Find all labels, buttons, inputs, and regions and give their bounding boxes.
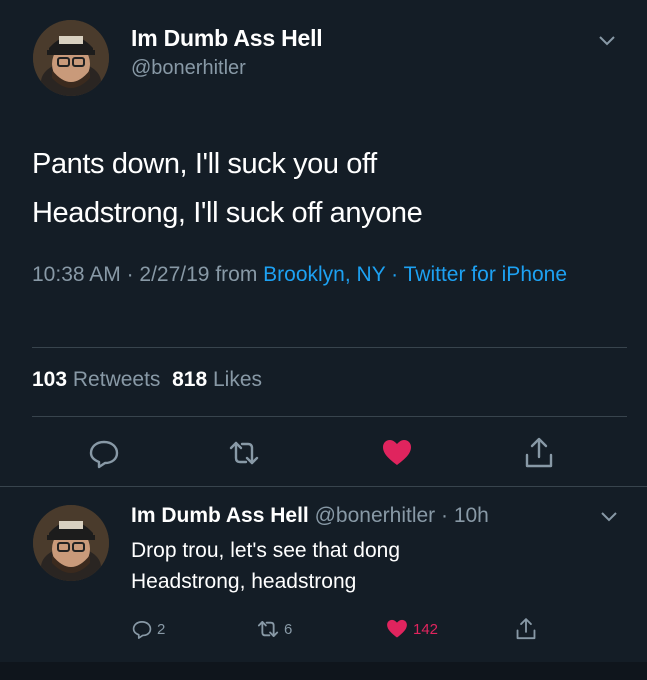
- display-name[interactable]: Im Dumb Ass Hell: [131, 504, 309, 527]
- retweet-label[interactable]: Retweets: [73, 368, 161, 391]
- chevron-down-icon[interactable]: [597, 34, 617, 48]
- handle[interactable]: @bonerhitler: [315, 504, 436, 527]
- retweet-icon[interactable]: [227, 436, 261, 470]
- divider: [0, 486, 647, 487]
- share-icon[interactable]: [514, 617, 538, 641]
- reply-icon[interactable]: [131, 618, 153, 640]
- like-count: 142: [413, 620, 439, 638]
- tweet-text-line: Pants down, I'll suck you off: [32, 148, 377, 180]
- tweet-age[interactable]: 10h: [454, 504, 489, 527]
- avatar-photo: [33, 20, 109, 96]
- handle[interactable]: @bonerhitler: [131, 57, 246, 80]
- reply-count: 2: [157, 620, 166, 638]
- retweet-count[interactable]: 103: [32, 368, 67, 391]
- separator: ·: [385, 263, 404, 286]
- retweet-action[interactable]: 6: [256, 616, 292, 642]
- tweet-stats: 103 Retweets 818 Likes: [32, 368, 262, 392]
- divider: [32, 347, 627, 348]
- separator: ·: [435, 504, 454, 527]
- reply-icon[interactable]: [87, 436, 121, 470]
- tweet-date[interactable]: 2/27/19: [139, 263, 209, 286]
- from-label: from: [209, 263, 264, 286]
- share-icon[interactable]: [522, 436, 556, 470]
- avatar-photo: [33, 505, 109, 581]
- tweet-meta: 10:38 AM · 2/27/19 from Brooklyn, NY · T…: [32, 258, 622, 292]
- tweet-text-line: Headstrong, headstrong: [131, 570, 357, 593]
- reply-header: Im Dumb Ass Hell @bonerhitler · 10h: [131, 504, 489, 528]
- separator: ·: [120, 263, 140, 286]
- tweet-text: Drop trou, let's see that dong Headstron…: [131, 535, 400, 597]
- avatar[interactable]: [33, 20, 109, 96]
- reply-action[interactable]: 2: [131, 616, 165, 642]
- retweet-icon[interactable]: [256, 617, 280, 641]
- tweet-text-line: Drop trou, let's see that dong: [131, 539, 401, 562]
- tweet-text: Pants down, I'll suck you off Headstrong…: [32, 140, 622, 238]
- tweet-text-line: Headstrong, I'll suck off anyone: [32, 197, 423, 229]
- bottom-divider: [0, 662, 647, 680]
- share-action[interactable]: [514, 616, 538, 642]
- location-link[interactable]: Brooklyn, NY: [263, 263, 385, 286]
- like-action[interactable]: 142: [385, 616, 438, 642]
- avatar[interactable]: [33, 505, 109, 581]
- like-count[interactable]: 818: [172, 368, 207, 391]
- heart-icon[interactable]: [385, 617, 409, 641]
- heart-icon[interactable]: [380, 436, 414, 470]
- chevron-down-icon[interactable]: [599, 510, 619, 524]
- retweet-count: 6: [284, 620, 293, 638]
- source-link[interactable]: Twitter for iPhone: [404, 263, 567, 286]
- like-label[interactable]: Likes: [213, 368, 262, 391]
- display-name[interactable]: Im Dumb Ass Hell: [131, 25, 323, 52]
- tweet-time[interactable]: 10:38 AM: [32, 263, 121, 286]
- divider: [32, 416, 627, 417]
